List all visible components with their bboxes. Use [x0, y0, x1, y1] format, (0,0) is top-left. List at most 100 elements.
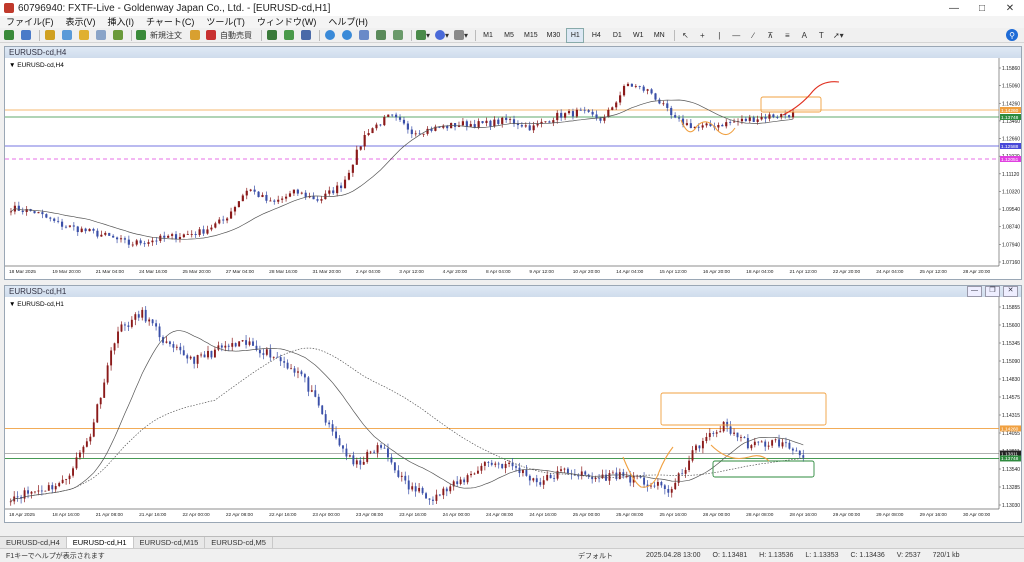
menu-tools[interactable]: ツール(T)	[200, 16, 251, 28]
chart-minimize-icon[interactable]: —	[967, 286, 982, 297]
tile-windows-icon[interactable]	[357, 28, 371, 43]
bullish-candle	[459, 479, 462, 485]
bearish-candle	[210, 350, 213, 358]
line-chart-icon[interactable]	[299, 28, 313, 43]
chart-window-h4[interactable]: EURUSD-cd,H4 ▼ EURUSD-cd,H4 1.15860 1.1506…	[4, 46, 1022, 280]
maximize-icon[interactable]: □	[968, 0, 996, 16]
menu-chart[interactable]: チャート(C)	[140, 16, 200, 28]
tf-h1-button[interactable]: H1	[566, 27, 585, 43]
bearish-candle	[304, 192, 307, 198]
bearish-candle	[802, 455, 805, 458]
bullish-candle	[135, 240, 138, 245]
tab-eurusd-h1[interactable]: EURUSD-cd,H1	[66, 537, 134, 548]
bullish-candle	[80, 228, 83, 233]
price-axis-label: 1.12660	[1002, 137, 1020, 143]
market-watch-icon[interactable]	[43, 28, 57, 43]
label-icon[interactable]: T	[814, 28, 828, 43]
tf-m15-button[interactable]: M15	[521, 28, 541, 43]
price-axis-label: 1.15600	[1002, 323, 1020, 329]
candlestick-chart-h4[interactable]: ▼ EURUSD-cd,H4 1.158601.150601.142601.134…	[5, 58, 1021, 279]
bearish-candle	[21, 210, 24, 213]
new-chart-icon[interactable]	[2, 28, 16, 43]
tester-icon[interactable]	[111, 28, 125, 43]
tab-eurusd-m15[interactable]: EURUSD-cd,M15	[134, 537, 206, 548]
crosshair-icon[interactable]: +	[695, 28, 709, 43]
bullish-candle	[685, 123, 689, 125]
bearish-candle	[473, 124, 476, 128]
bearish-candle	[752, 117, 755, 122]
terminal-icon[interactable]	[94, 28, 108, 43]
channel-icon[interactable]: ⊼	[763, 28, 777, 43]
bearish-candle	[638, 86, 641, 87]
chart-restore-icon[interactable]: ❐	[985, 286, 1000, 297]
window-title: 60796940: FXTF-Live - Goldenway Japan Co…	[18, 2, 331, 14]
tf-m5-button[interactable]: M5	[500, 28, 518, 43]
time-axis-label: 9 Apr 12:00	[529, 269, 554, 275]
bullish-candle	[34, 491, 36, 493]
menu-insert[interactable]: 挿入(I)	[102, 16, 141, 28]
bearish-candle	[186, 355, 189, 359]
zoom-in-icon[interactable]	[323, 28, 337, 43]
autoscroll-icon[interactable]	[391, 28, 405, 43]
chart-window-h1[interactable]: EURUSD-cd,H1 — ❐ ✕ ▼ EURUSD-cd,H1 1.15855…	[4, 285, 1022, 523]
bearish-candle	[321, 405, 324, 415]
vertical-line-icon[interactable]: |	[712, 28, 726, 43]
menu-file[interactable]: ファイル(F)	[0, 16, 60, 28]
bullish-candle	[634, 86, 637, 87]
profiles-icon[interactable]	[19, 28, 33, 43]
zoom-out-icon[interactable]	[340, 28, 354, 43]
templates-icon[interactable]: ▾	[453, 28, 469, 43]
meta-editor-icon[interactable]	[188, 28, 202, 43]
menu-window[interactable]: ウィンドウ(W)	[251, 16, 323, 28]
tf-mn-button[interactable]: MN	[650, 28, 668, 43]
bearish-candle	[501, 463, 504, 469]
tf-m30-button[interactable]: M30	[544, 28, 564, 43]
tf-h4-button[interactable]: H4	[587, 28, 605, 43]
indicators-icon[interactable]: ▾	[415, 28, 431, 43]
horizontal-line-icon[interactable]: —	[729, 28, 743, 43]
candlestick-chart-h1[interactable]: ▼ EURUSD-cd,H1 1.15855 1.15600 1.15345 1.150…	[5, 297, 1021, 522]
menu-view[interactable]: 表示(V)	[60, 16, 102, 28]
auto-trade-button[interactable]: 自動売買	[205, 28, 255, 43]
bearish-candle	[257, 191, 260, 198]
time-axis-label: 22 Apr 20:00	[833, 269, 861, 275]
periods-icon[interactable]: ▾	[434, 28, 450, 43]
tf-d1-button[interactable]: D1	[608, 28, 626, 43]
data-window-icon[interactable]	[60, 28, 74, 43]
bearish-candle	[456, 481, 459, 485]
cursor-icon[interactable]: ↖	[678, 28, 692, 43]
bullish-candle	[494, 463, 497, 465]
bullish-candle	[214, 223, 217, 228]
bullish-candle	[473, 473, 476, 475]
new-order-button[interactable]: 新規注文	[135, 28, 185, 43]
chart-window-controls: — ❐ ✕	[967, 286, 1021, 297]
bullish-candle	[435, 494, 438, 501]
price-tag-label: 1.12051	[1001, 157, 1019, 163]
bar-chart-icon[interactable]	[265, 28, 279, 43]
text-icon[interactable]: A	[797, 28, 811, 43]
bearish-candle	[591, 111, 594, 115]
search-icon[interactable]: ⚲	[1006, 29, 1018, 41]
tab-eurusd-h4[interactable]: EURUSD-cd,H4	[0, 537, 67, 548]
toolbar-separator	[319, 29, 320, 41]
price-axis-label: 1.09540	[1002, 207, 1020, 213]
close-icon[interactable]: ✕	[996, 0, 1024, 16]
tf-w1-button[interactable]: W1	[629, 28, 647, 43]
minimize-icon[interactable]: —	[940, 0, 968, 16]
bearish-candle	[528, 475, 531, 481]
navigator-icon[interactable]	[77, 28, 91, 43]
tf-m1-button[interactable]: M1	[479, 28, 497, 43]
tab-eurusd-m5[interactable]: EURUSD-cd,M5	[205, 537, 273, 548]
candle-chart-icon[interactable]	[282, 28, 296, 43]
bullish-candle	[110, 350, 113, 366]
trendline-icon[interactable]: ∕	[746, 28, 760, 43]
menu-help[interactable]: ヘルプ(H)	[322, 16, 374, 28]
bearish-candle	[788, 442, 791, 449]
arrows-icon[interactable]: ➚▾	[831, 28, 845, 43]
bearish-candle	[33, 211, 36, 214]
bullish-candle	[469, 124, 472, 127]
chart-shift-icon[interactable]	[374, 28, 388, 43]
fibonacci-icon[interactable]: ≡	[780, 28, 794, 43]
chart-close-icon[interactable]: ✕	[1003, 286, 1018, 297]
bullish-candle	[387, 114, 390, 117]
